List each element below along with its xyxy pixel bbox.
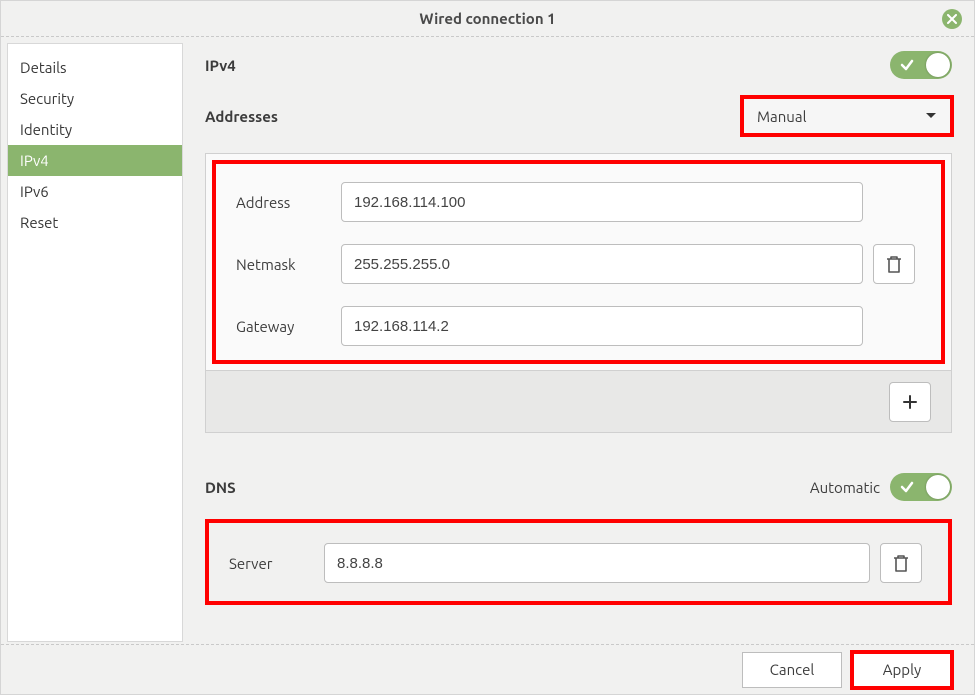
sidebar-item-reset[interactable]: Reset — [8, 207, 182, 238]
cancel-button[interactable]: Cancel — [742, 652, 842, 688]
dns-label: DNS — [205, 479, 236, 496]
toggle-knob — [926, 475, 950, 499]
check-icon — [900, 58, 914, 72]
addresses-header-row: Addresses Manual — [205, 97, 952, 135]
address-input[interactable] — [341, 182, 863, 222]
address-form: Address Netmask Gateway — [216, 164, 941, 360]
trash-icon — [892, 553, 910, 573]
footer-bar: Cancel Apply — [1, 644, 974, 694]
sidebar-item-identity[interactable]: Identity — [8, 114, 182, 145]
dns-server-row-label: Server — [229, 555, 314, 572]
delete-dns-button[interactable] — [880, 543, 922, 583]
addresses-label: Addresses — [205, 108, 278, 125]
chevron-down-icon — [925, 112, 937, 120]
plus-icon — [902, 394, 918, 410]
addresses-block: Address Netmask Gateway — [205, 153, 952, 433]
sidebar-item-ipv6[interactable]: IPv6 — [8, 176, 182, 207]
window-body: Details Security Identity IPv4 IPv6 Rese… — [1, 37, 974, 642]
addresses-highlight: Address Netmask Gateway — [212, 160, 945, 364]
sidebar-item-ipv4[interactable]: IPv4 — [8, 145, 182, 176]
dns-server-input[interactable] — [324, 543, 870, 583]
titlebar: Wired connection 1 — [1, 1, 974, 37]
ipv4-header-row: IPv4 — [205, 51, 952, 79]
sidebar-item-details[interactable]: Details — [8, 52, 182, 83]
addresses-method-dropdown[interactable]: Manual — [742, 97, 952, 135]
content-pane: IPv4 Addresses Manual — [183, 37, 974, 642]
delete-address-button[interactable] — [873, 244, 915, 284]
toggle-knob — [926, 53, 950, 77]
close-button[interactable] — [942, 9, 962, 29]
ipv4-toggle[interactable] — [890, 51, 952, 79]
window-title: Wired connection 1 — [419, 10, 555, 27]
dns-automatic-toggle[interactable] — [890, 473, 952, 501]
dns-server-block: Server — [209, 525, 948, 601]
dns-highlight: Server — [205, 519, 952, 605]
addresses-method-value: Manual — [757, 108, 807, 125]
netmask-input[interactable] — [341, 244, 863, 284]
dns-automatic-group: Automatic — [810, 473, 952, 501]
close-icon — [947, 14, 957, 24]
check-icon — [900, 480, 914, 494]
sidebar-item-security[interactable]: Security — [8, 83, 182, 114]
sidebar: Details Security Identity IPv4 IPv6 Rese… — [7, 43, 183, 642]
address-row-label: Address — [236, 194, 331, 211]
apply-button[interactable]: Apply — [852, 652, 952, 688]
dns-header-row: DNS Automatic — [205, 473, 952, 501]
trash-icon — [885, 254, 903, 274]
add-address-bar — [206, 370, 951, 432]
settings-window: Wired connection 1 Details Security Iden… — [0, 0, 975, 695]
gateway-row-label: Gateway — [236, 318, 331, 335]
dns-automatic-label: Automatic — [810, 479, 880, 496]
ipv4-label: IPv4 — [205, 57, 236, 74]
add-address-button[interactable] — [889, 382, 931, 422]
netmask-row-label: Netmask — [236, 256, 331, 273]
gateway-input[interactable] — [341, 306, 863, 346]
